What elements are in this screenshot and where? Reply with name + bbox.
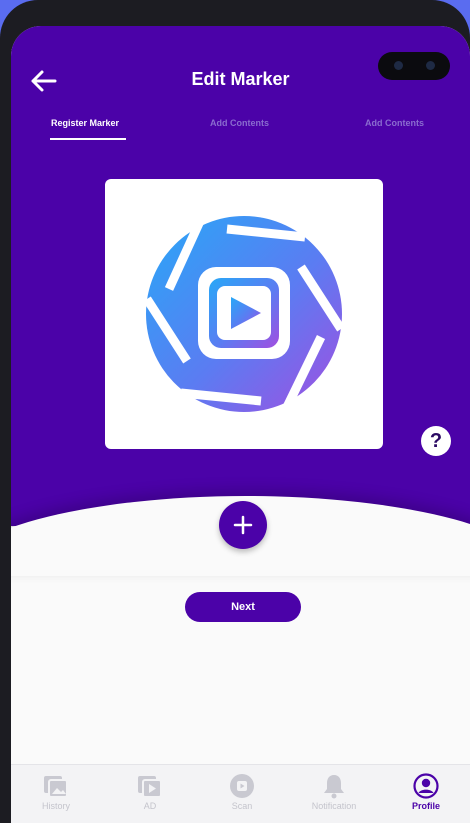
bottom-navigation: History AD Scan Notification Profile	[11, 764, 470, 823]
nav-ad-label: AD	[143, 801, 157, 811]
ad-icon	[110, 771, 190, 799]
bell-icon	[294, 771, 374, 799]
tab-add-contents[interactable]: Add Contents	[210, 118, 269, 128]
nav-history[interactable]: History	[16, 771, 96, 811]
nav-ad[interactable]: AD	[110, 771, 190, 811]
tab-register-marker[interactable]: Register Marker	[51, 118, 119, 128]
nav-scan[interactable]: Scan	[202, 771, 282, 811]
marker-logo-icon	[143, 216, 345, 412]
active-tab-indicator	[50, 138, 126, 140]
help-button[interactable]: ?	[421, 426, 451, 456]
profile-icon	[386, 771, 466, 799]
marker-image-card[interactable]	[105, 179, 383, 449]
nav-history-label: History	[41, 801, 70, 811]
history-icon	[16, 771, 96, 799]
phone-frame: Edit Marker Register Marker Add Contents…	[0, 0, 470, 823]
add-marker-button[interactable]	[219, 501, 267, 549]
nav-profile-label: Profile	[411, 801, 440, 811]
plus-icon	[233, 515, 253, 535]
scan-icon	[202, 771, 282, 799]
nav-scan-label: Scan	[231, 801, 253, 811]
nav-profile[interactable]: Profile	[386, 771, 466, 811]
page-title: Edit Marker	[191, 69, 290, 89]
app-screen: Edit Marker Register Marker Add Contents…	[11, 26, 470, 823]
nav-notification-label: Notification	[311, 801, 357, 811]
next-button[interactable]: Next	[185, 592, 301, 622]
nav-notification[interactable]: Notification	[294, 771, 374, 811]
tab-add-contents-2[interactable]: Add Contents	[365, 118, 424, 128]
